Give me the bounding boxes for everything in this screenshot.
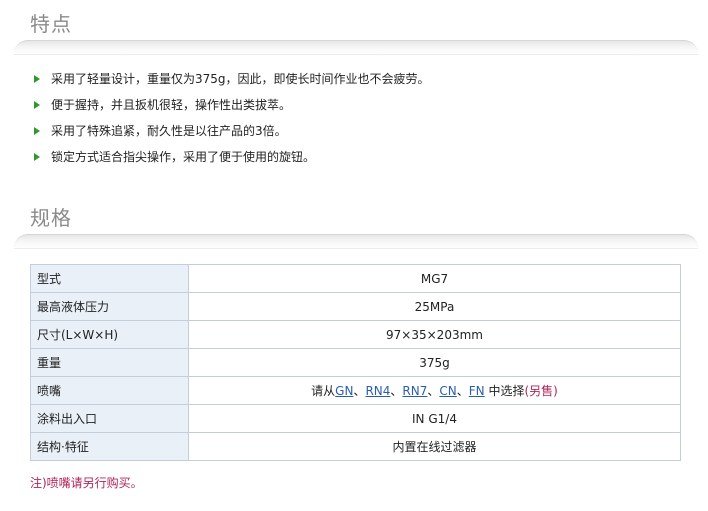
nozzle-separator: 、 bbox=[427, 384, 440, 398]
nozzle-value: 请从GN、RN4、RN7、CN、FN 中选择(另售) bbox=[188, 376, 681, 405]
specs-divider bbox=[14, 234, 698, 249]
feature-item: 采用了轻量设计，重量仅为375g，因此，即使长时间作业也不会疲劳。 bbox=[34, 70, 430, 96]
spec-table: 型式 MG7 最高液体压力 25MPa 尺寸(L×W×H) 97×35×203m… bbox=[30, 264, 681, 461]
sold-separately-note: (另售) bbox=[524, 384, 558, 398]
triangle-bullet-icon bbox=[34, 127, 40, 135]
feature-text: 采用了轻量设计，重量仅为375g，因此，即使长时间作业也不会疲劳。 bbox=[51, 72, 430, 86]
feature-text: 锁定方式适合指尖操作，采用了便于使用的旋钮。 bbox=[51, 150, 316, 164]
triangle-bullet-icon bbox=[34, 75, 40, 83]
table-row: 尺寸(L×W×H) 97×35×203mm bbox=[30, 320, 681, 349]
table-row: 型式 MG7 bbox=[30, 264, 681, 293]
triangle-bullet-icon bbox=[34, 101, 40, 109]
nozzle-separator: 、 bbox=[353, 384, 366, 398]
nozzle-link-rn7[interactable]: RN7 bbox=[402, 384, 427, 398]
features-divider bbox=[14, 40, 698, 55]
table-row: 喷嘴 请从GN、RN4、RN7、CN、FN 中选择(另售) bbox=[30, 376, 681, 405]
nozzle-suffix: 中选择 bbox=[484, 384, 525, 398]
spec-label: 尺寸(L×W×H) bbox=[30, 320, 189, 349]
spec-label: 重量 bbox=[30, 348, 189, 377]
nozzle-separator: 、 bbox=[456, 384, 469, 398]
feature-item: 锁定方式适合指尖操作，采用了便于使用的旋钮。 bbox=[34, 148, 430, 174]
table-row: 最高液体压力 25MPa bbox=[30, 292, 681, 321]
nozzle-link-gn[interactable]: GN bbox=[335, 384, 353, 398]
feature-text: 便于握持，并且扳机很轻，操作性出类拔萃。 bbox=[51, 98, 292, 112]
spec-label: 涂料出入口 bbox=[30, 404, 189, 433]
feature-list: 采用了轻量设计，重量仅为375g，因此，即使长时间作业也不会疲劳。 便于握持，并… bbox=[34, 70, 430, 174]
nozzle-separator: 、 bbox=[390, 384, 403, 398]
nozzle-link-cn[interactable]: CN bbox=[439, 384, 456, 398]
feature-text: 采用了特殊追紧，耐久性是以往产品的3倍。 bbox=[51, 124, 287, 138]
nozzle-prefix: 请从 bbox=[311, 384, 336, 398]
triangle-bullet-icon bbox=[34, 153, 40, 161]
spec-value: 25MPa bbox=[188, 292, 681, 321]
nozzle-link-fn[interactable]: FN bbox=[469, 384, 485, 398]
table-row: 结构·特征 内置在线过滤器 bbox=[30, 432, 681, 461]
features-title: 特点 bbox=[30, 12, 72, 36]
specs-title: 规格 bbox=[30, 206, 72, 230]
feature-item: 采用了特殊追紧，耐久性是以往产品的3倍。 bbox=[34, 122, 430, 148]
table-row: 重量 375g bbox=[30, 348, 681, 377]
spec-value: IN G1/4 bbox=[188, 404, 681, 433]
spec-value: MG7 bbox=[188, 264, 681, 293]
spec-label: 喷嘴 bbox=[30, 376, 189, 405]
spec-label: 最高液体压力 bbox=[30, 292, 189, 321]
spec-value: 内置在线过滤器 bbox=[188, 432, 681, 461]
spec-label: 结构·特征 bbox=[30, 432, 189, 461]
spec-value: 97×35×203mm bbox=[188, 320, 681, 349]
footnote: 注)喷嘴请另行购买。 bbox=[30, 476, 143, 490]
nozzle-link-rn4[interactable]: RN4 bbox=[365, 384, 390, 398]
spec-value: 375g bbox=[188, 348, 681, 377]
feature-item: 便于握持，并且扳机很轻，操作性出类拔萃。 bbox=[34, 96, 430, 122]
spec-label: 型式 bbox=[30, 264, 189, 293]
table-row: 涂料出入口 IN G1/4 bbox=[30, 404, 681, 433]
